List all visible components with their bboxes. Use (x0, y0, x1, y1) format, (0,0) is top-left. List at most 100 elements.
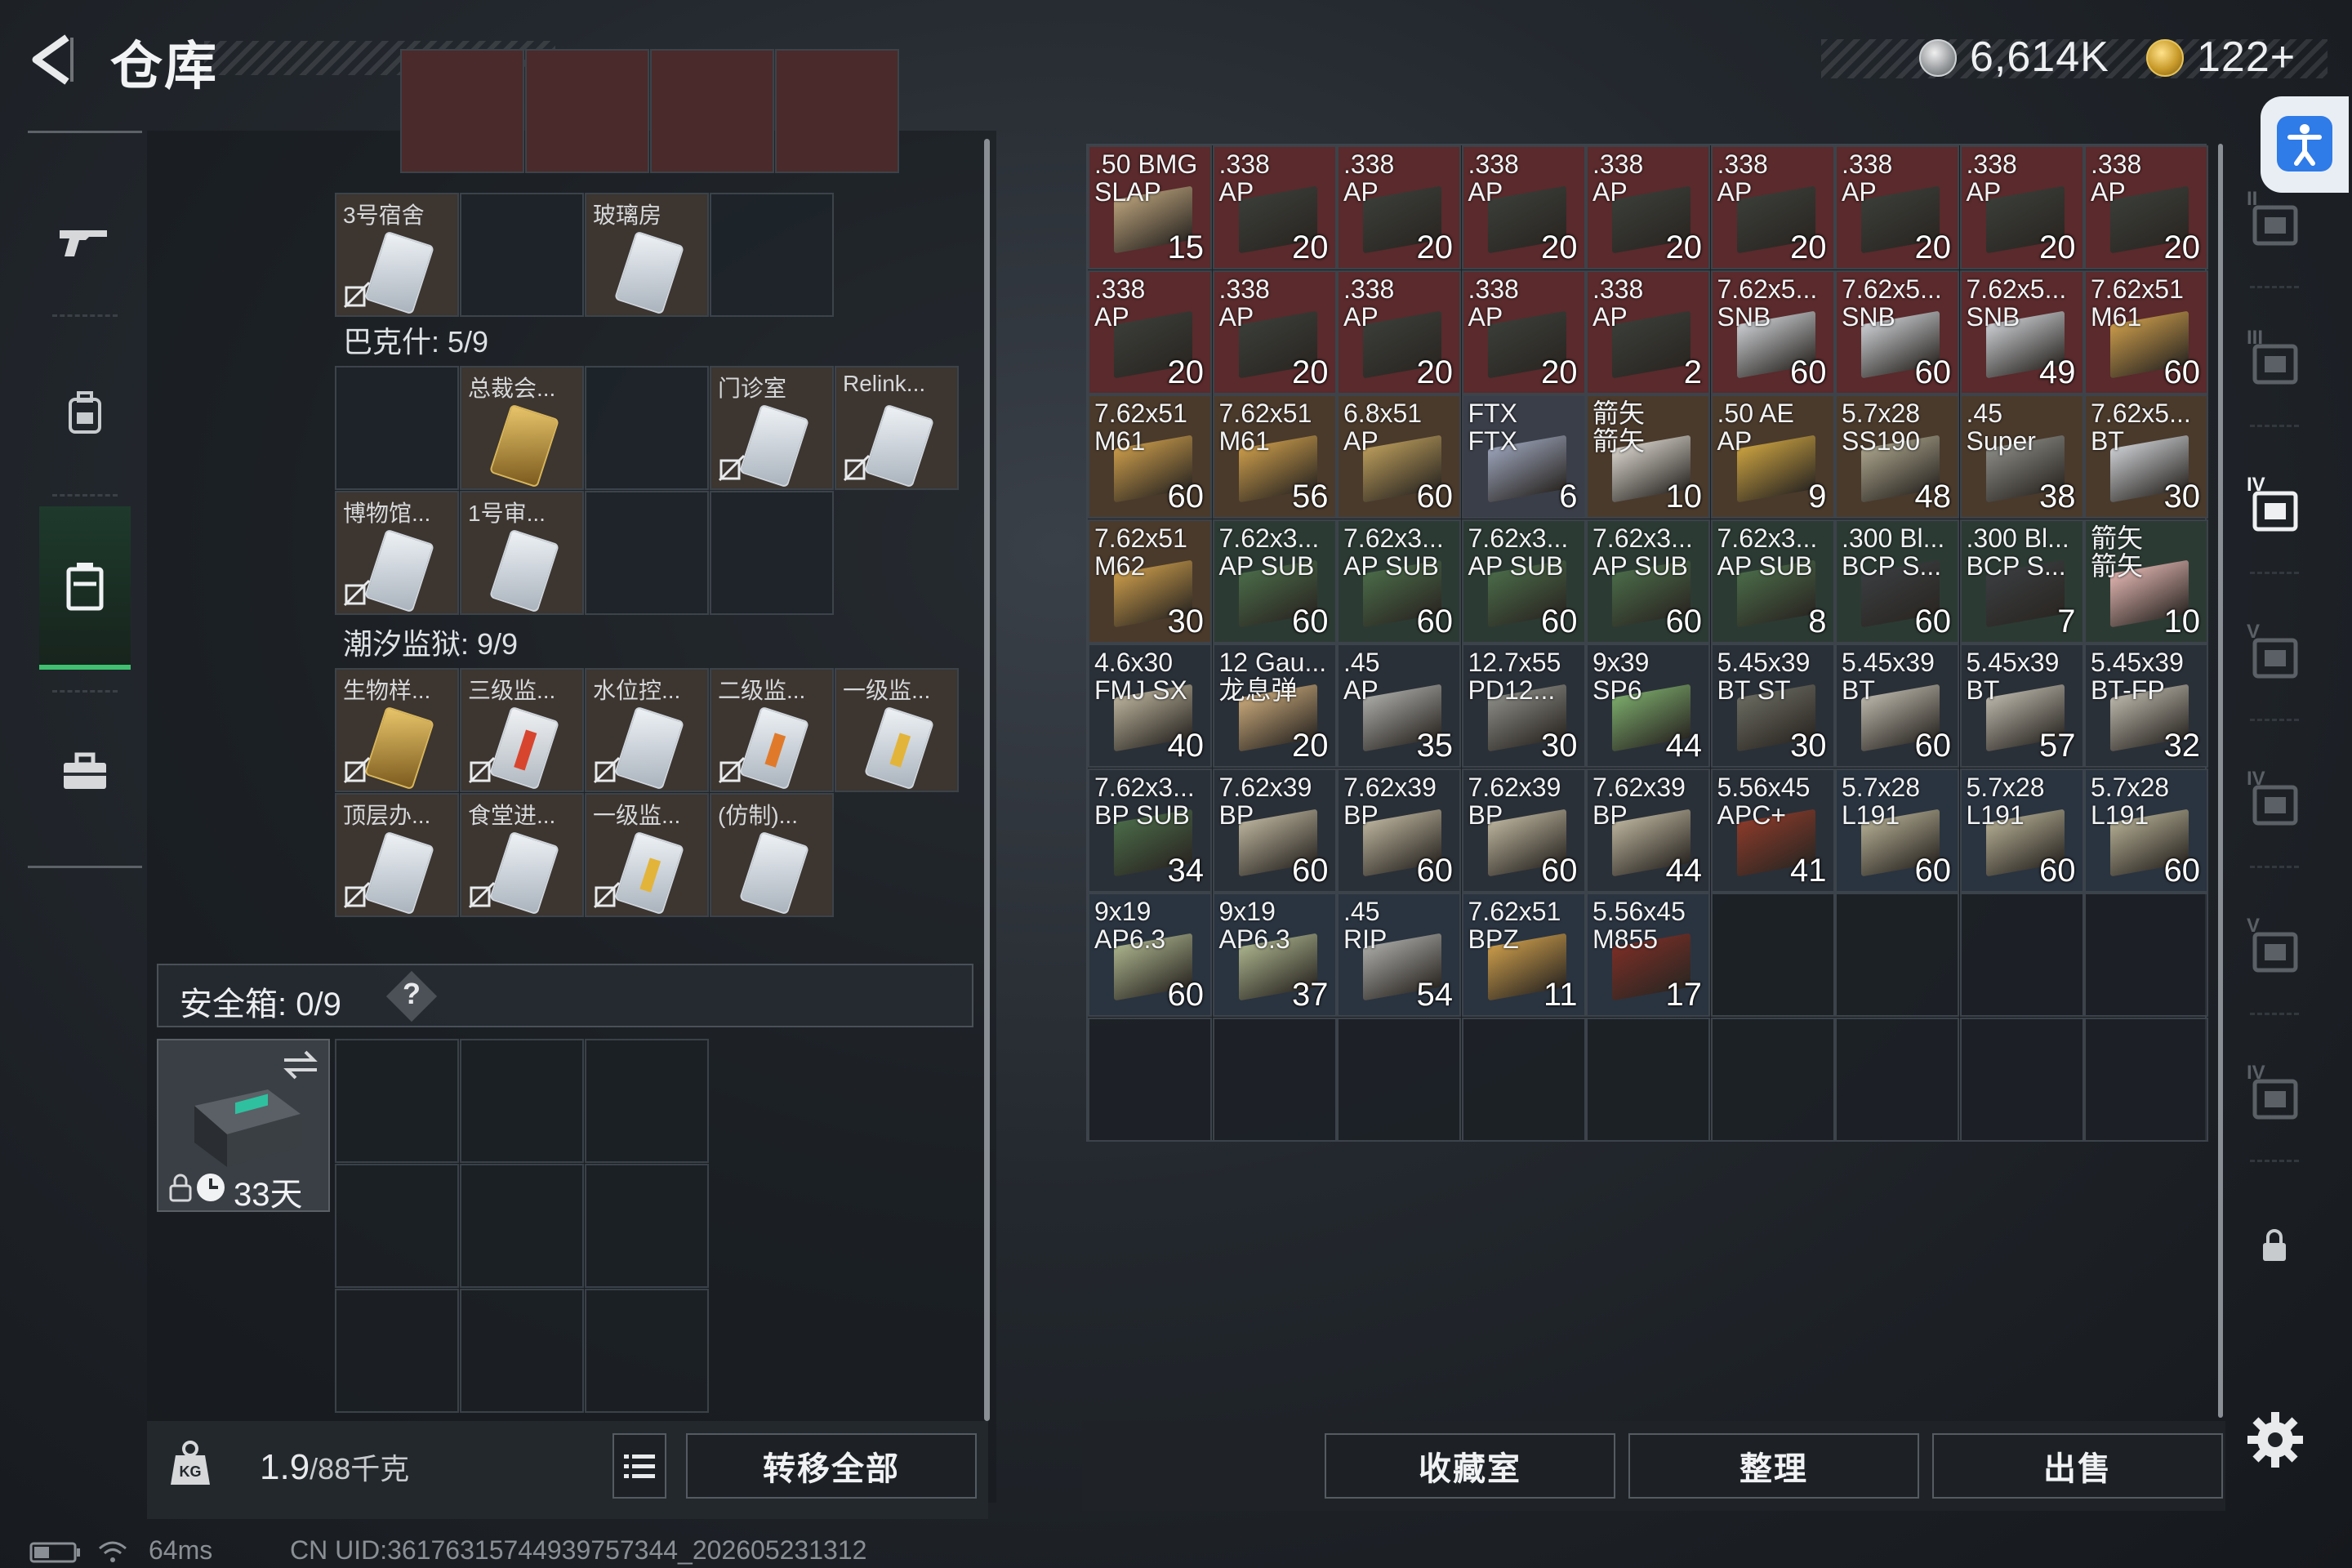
ammo-type: AP (1717, 177, 1753, 207)
ammo-caliber: 7.62x51 (1094, 399, 1187, 428)
ammo-count: 49 (2039, 354, 2076, 390)
ammo-count: 60 (2039, 852, 2076, 889)
ammo-type: Super (1966, 426, 2036, 456)
ammo-caliber: .338 (1094, 274, 1146, 304)
ammo-caliber: 箭矢 (2091, 523, 2144, 553)
ammo-caliber: 5.45x39 (1966, 648, 2060, 677)
ammo-caliber: .45 (1343, 897, 1380, 926)
ammo-type: AP (1343, 675, 1379, 705)
ammo-caliber: 7.62x3... (1468, 523, 1569, 553)
ammo-type: BT (1842, 675, 1875, 705)
ammo-count: 7 (2057, 603, 2076, 639)
stash-tab-tier: IV (2247, 768, 2265, 790)
ammo-caliber: .338 (1717, 149, 1768, 179)
ammo-count: 60 (1790, 354, 1827, 390)
ammo-caliber: .50 BMG (1094, 149, 1198, 179)
ammo-caliber: 5.56x45 (1717, 772, 1811, 802)
stash-tab-3[interactable]: IV (2242, 474, 2307, 539)
ammo-count: 60 (1416, 603, 1454, 639)
list-view-button[interactable] (612, 1433, 666, 1499)
ammo-type: AP (1468, 177, 1503, 207)
ammo-count: 2 (1683, 354, 1702, 390)
ammo-count: 20 (1914, 229, 1952, 265)
ammo-type: AP SUB (1468, 550, 1564, 581)
ammo-caliber: 12 Gau... (1218, 648, 1327, 677)
ammo-caliber: 箭矢 (1592, 399, 1646, 428)
ammo-count: 60 (1167, 977, 1205, 1013)
ammo-caliber: 7.62x3... (1717, 523, 1818, 553)
list-icon (624, 1454, 655, 1478)
ammo-caliber: .45 (1966, 399, 2002, 428)
ammo-count: 60 (1416, 852, 1454, 889)
ammo-type: AP (1343, 426, 1379, 456)
stash-tab-2[interactable]: III (2242, 327, 2307, 392)
ammo-type: M61 (1218, 426, 1270, 456)
stash-tab-7[interactable]: IV (2242, 1062, 2307, 1127)
svg-text:KG: KG (180, 1463, 202, 1480)
weight-readout: 1.9/88千克 (260, 1446, 409, 1488)
ammo-caliber: 7.62x3... (1218, 523, 1320, 553)
ammo-type: M61 (1094, 426, 1146, 456)
ammo-count: 6 (1559, 479, 1578, 514)
ammo-count: 20 (1292, 354, 1329, 390)
ammo-count: 20 (2163, 229, 2201, 265)
ammo-type: L191 (1842, 800, 1900, 830)
ammo-count: 60 (1292, 852, 1329, 889)
ammo-type: AP (1468, 301, 1503, 332)
stash-tab-6[interactable]: V (2242, 915, 2307, 980)
transfer-all-button[interactable]: 转移全部 (686, 1433, 977, 1499)
stash-tab-1[interactable]: II (2242, 188, 2307, 253)
ammo-count: 44 (1665, 852, 1703, 889)
ammo-caliber: .338 (1218, 274, 1270, 304)
ammo-type: AP (1343, 177, 1379, 207)
stash-tab-tier: II (2247, 188, 2258, 210)
ammo-type: M855 (1592, 924, 1659, 954)
tab-divider (2250, 1160, 2299, 1162)
weight-icon: KG (171, 1441, 210, 1485)
ammo-type: AP6.3 (1218, 924, 1290, 954)
ammo-type: SS190 (1842, 426, 1921, 456)
ammo-type: AP (1966, 177, 2002, 207)
ammo-count: 60 (2163, 354, 2201, 390)
ammo-caliber: .338 (1592, 274, 1644, 304)
gear-icon[interactable] (2244, 1409, 2306, 1471)
stash-tab-4[interactable]: V (2242, 621, 2307, 686)
ammo-type: 箭矢 (2091, 550, 2144, 581)
ammo-count: 20 (2039, 229, 2076, 265)
locked-stash-tab[interactable] (2242, 1213, 2307, 1278)
ammo-type: AP (1218, 301, 1254, 332)
ammo-count: 60 (1914, 852, 1952, 889)
ammo-type: BP SUB (1094, 800, 1190, 830)
ammo-count: 17 (1665, 977, 1703, 1013)
sort-button[interactable]: 整理 (1628, 1433, 1919, 1499)
ammo-count: 40 (1167, 728, 1205, 764)
ammo-count: 30 (2163, 479, 2201, 514)
ammo-count: 44 (1665, 728, 1703, 764)
sell-button[interactable]: 出售 (1932, 1433, 2223, 1499)
ammo-type: SNB (1966, 301, 2020, 332)
ammo-caliber: 7.62x51 (1468, 897, 1561, 926)
tab-divider (2250, 572, 2299, 574)
ammo-count: 60 (1914, 354, 1952, 390)
ammo-count: 34 (1167, 852, 1205, 889)
stash-tab-5[interactable]: IV (2242, 768, 2307, 833)
ammo-caliber: 7.62x3... (1094, 772, 1195, 802)
ammo-caliber: 5.7x28 (2091, 772, 2170, 802)
ammo-count: 60 (1541, 603, 1578, 639)
ammo-caliber: 7.62x39 (1343, 772, 1437, 802)
ammo-caliber: 6.8x51 (1343, 399, 1423, 428)
ammo-caliber: 9x19 (1218, 897, 1276, 926)
ammo-count: 30 (1790, 728, 1827, 764)
ammo-count: 41 (1790, 852, 1827, 889)
ammo-count: 32 (2163, 728, 2201, 764)
ammo-type: RIP (1343, 924, 1388, 954)
ammo-count: 20 (1167, 354, 1205, 390)
ammo-type: AP SUB (1592, 550, 1688, 581)
ammo-caliber: 5.7x28 (1842, 399, 1921, 428)
ammo-count: 60 (1292, 603, 1329, 639)
ammo-caliber: 7.62x51 (2091, 274, 2184, 304)
ammo-type: BCP S... (1842, 550, 1942, 581)
ammo-caliber: FTX (1468, 399, 1517, 428)
collection-room-button[interactable]: 收藏室 (1325, 1433, 1615, 1499)
ammo-count: 15 (1167, 229, 1205, 265)
